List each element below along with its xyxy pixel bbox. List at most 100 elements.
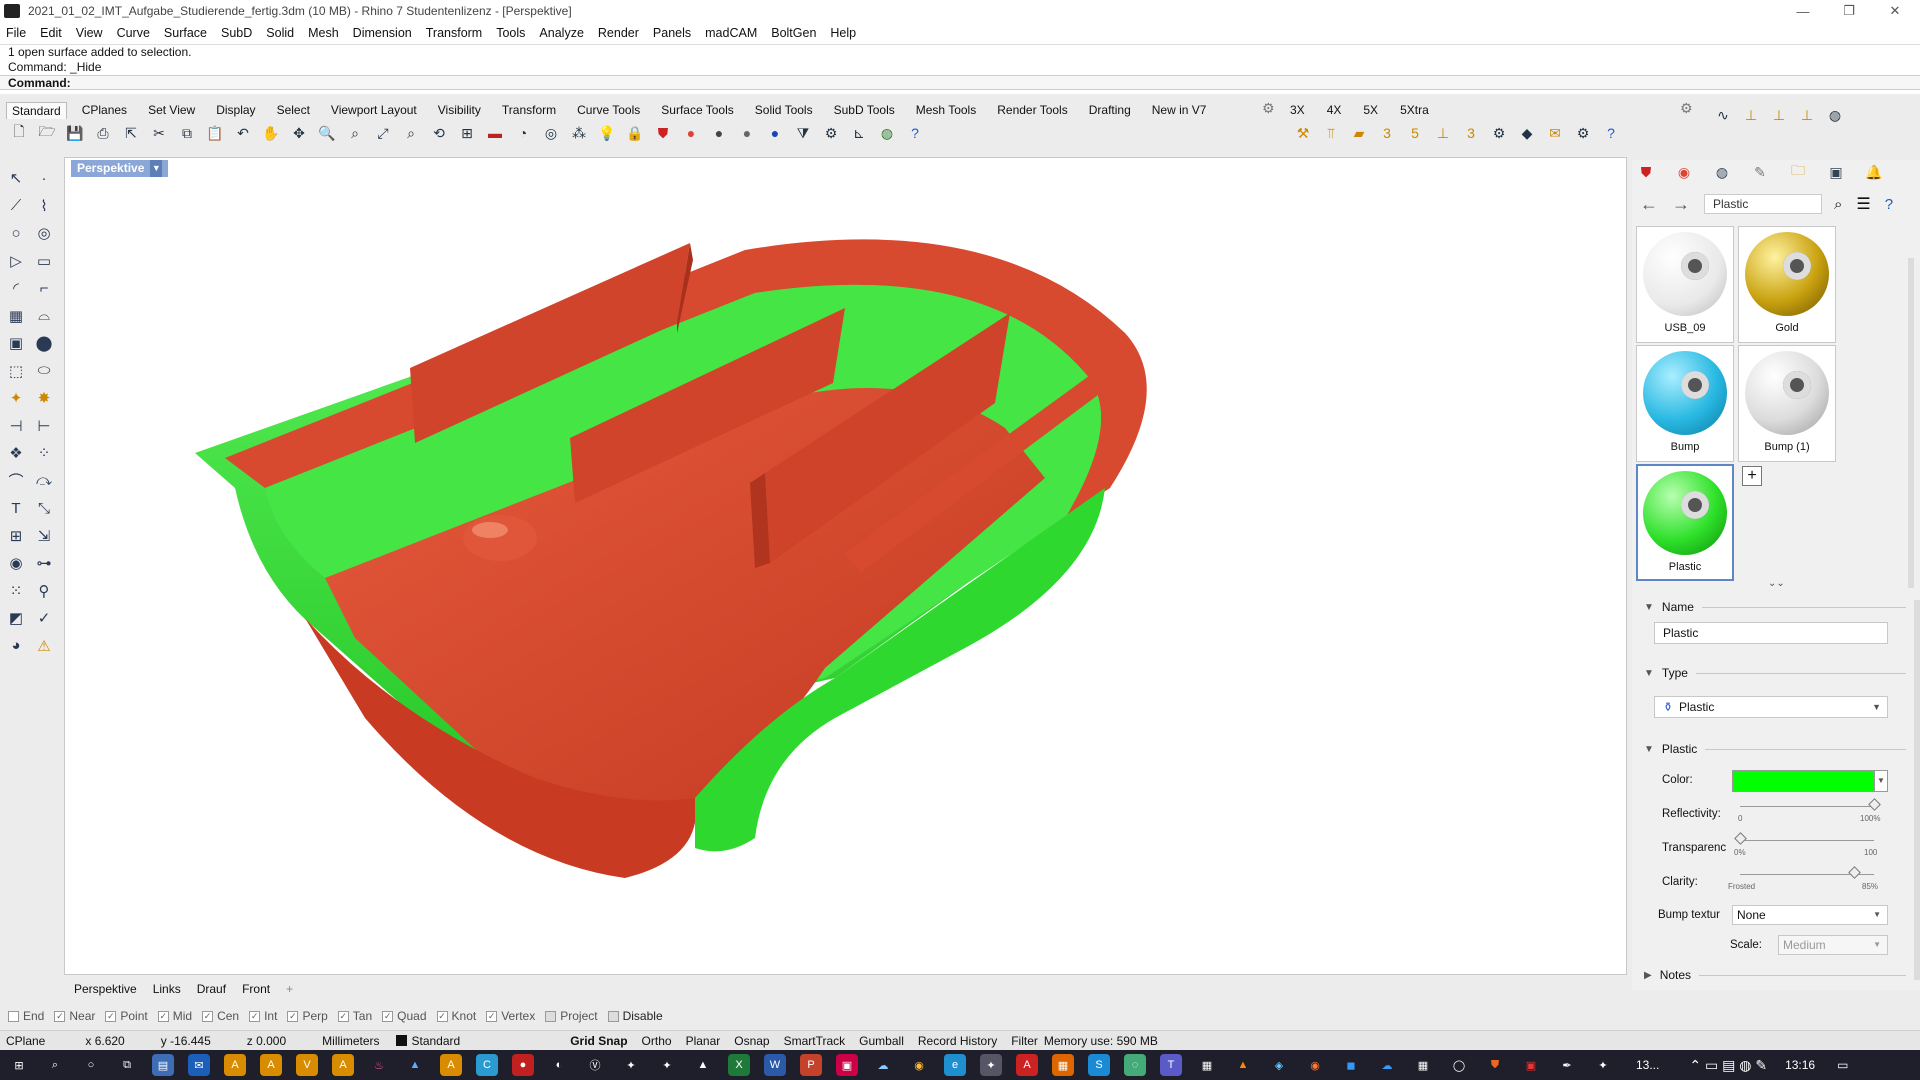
- menu-transform[interactable]: Transform: [426, 26, 483, 40]
- task-view-icon[interactable]: ⧉: [116, 1054, 138, 1076]
- mail-icon[interactable]: ✉: [188, 1054, 210, 1076]
- tool-down-icon[interactable]: ⊥: [1740, 104, 1762, 126]
- name-section-header[interactable]: ▼ Name: [1644, 600, 1906, 614]
- firefox-icon[interactable]: ◉: [1304, 1054, 1326, 1076]
- tab-links[interactable]: Links: [153, 982, 181, 996]
- osnap-mid[interactable]: ✓ Mid: [157, 1009, 192, 1023]
- command-prompt-input[interactable]: Command:: [0, 75, 1920, 90]
- polygon-icon[interactable]: ▷: [4, 249, 28, 273]
- help-icon[interactable]: ?: [1600, 122, 1622, 144]
- move-icon[interactable]: ⊣: [4, 414, 28, 438]
- edge-icon[interactable]: e: [944, 1054, 966, 1076]
- app-pink-icon[interactable]: ▣: [836, 1054, 858, 1076]
- file-explorer-icon[interactable]: ▤: [152, 1054, 174, 1076]
- app-grid-icon[interactable]: ▦: [1412, 1054, 1434, 1076]
- planar-toggle[interactable]: Planar: [686, 1034, 721, 1048]
- layer-shield-icon[interactable]: ⛊: [652, 122, 674, 144]
- powerpoint-icon[interactable]: P: [800, 1054, 822, 1076]
- cortana-icon[interactable]: ○: [80, 1054, 102, 1076]
- texture-icon[interactable]: ✎: [1748, 162, 1772, 182]
- tool-down-2-icon[interactable]: ⊥: [1768, 104, 1790, 126]
- rhino-icon[interactable]: ✦: [620, 1054, 642, 1076]
- curve-icon[interactable]: ∿: [1712, 104, 1734, 126]
- app-a-icon[interactable]: A: [224, 1054, 246, 1076]
- layer-swatch[interactable]: [395, 1035, 407, 1046]
- light-bulb-icon[interactable]: 💡: [596, 122, 618, 144]
- app-blue-icon[interactable]: ◼: [1340, 1054, 1362, 1076]
- transparency-slider[interactable]: [1740, 840, 1874, 841]
- zoom-icon[interactable]: 🔍: [316, 122, 338, 144]
- boolean-icon[interactable]: ⬤: [32, 331, 56, 355]
- tab-perspektive[interactable]: Perspektive: [74, 982, 137, 996]
- gear-icon[interactable]: ⚙: [1680, 100, 1693, 117]
- candle-icon[interactable]: ♨: [368, 1054, 390, 1076]
- filter-toggle[interactable]: Filter: [1011, 1034, 1038, 1048]
- menu-subd[interactable]: SubD: [221, 26, 252, 40]
- app-ring-icon[interactable]: ◯: [1448, 1054, 1470, 1076]
- gumball-toggle[interactable]: Gumball: [859, 1034, 904, 1048]
- properties-scrollbar[interactable]: [1914, 600, 1920, 980]
- zoom-selected-icon[interactable]: ⌕: [400, 122, 422, 144]
- forward-arrow-icon[interactable]: →: [1672, 194, 1690, 215]
- notification-bell-icon[interactable]: 🔔: [1862, 162, 1886, 182]
- select-arrow-icon[interactable]: ↖: [4, 166, 28, 190]
- export-icon[interactable]: ⇱: [120, 122, 142, 144]
- copy-object-icon[interactable]: ⊢: [32, 414, 56, 438]
- units-label[interactable]: Millimeters: [322, 1034, 379, 1048]
- material-breadcrumb[interactable]: Plastic: [1704, 194, 1822, 214]
- cut-icon[interactable]: ✂: [148, 122, 170, 144]
- tray-icons[interactable]: ⌃ ▭ ▤ ◍ ✎: [1689, 1057, 1767, 1074]
- osnap-knot[interactable]: ✓ Knot: [436, 1009, 476, 1023]
- calculator-icon[interactable]: ▦: [1196, 1054, 1218, 1076]
- render-icon[interactable]: ✸: [32, 386, 56, 410]
- dimension-icon[interactable]: ⊾: [848, 122, 870, 144]
- tab-front[interactable]: Front: [242, 982, 270, 996]
- app-green-icon[interactable]: ◌: [1124, 1054, 1146, 1076]
- osnap-near[interactable]: ✓ Near: [54, 1009, 95, 1023]
- fillet-icon[interactable]: ⌐: [32, 276, 56, 300]
- globe-tool-icon[interactable]: ◍: [1824, 104, 1846, 126]
- history-icon[interactable]: ⚲: [32, 579, 56, 603]
- 3-5-icon[interactable]: 5: [1404, 122, 1426, 144]
- zoom-window-icon[interactable]: ⌕: [344, 122, 366, 144]
- material-type-select[interactable]: ⚱ Plastic ▼: [1654, 696, 1888, 718]
- tab-4x[interactable]: 4X: [1327, 103, 1342, 117]
- smarttrack-toggle[interactable]: SmartTrack: [784, 1034, 846, 1048]
- app-shield-icon[interactable]: ⛊: [1484, 1054, 1506, 1076]
- shaded-sphere-icon[interactable]: ●: [708, 122, 730, 144]
- display-icon[interactable]: ▣: [1824, 162, 1848, 182]
- copy-icon[interactable]: ⧉: [176, 122, 198, 144]
- expand-more-icon[interactable]: ⌄⌄: [1768, 578, 1785, 589]
- tab-standard[interactable]: Standard: [6, 101, 67, 119]
- globe-icon[interactable]: ◍: [876, 122, 898, 144]
- notes-section-header[interactable]: ▶ Notes: [1644, 968, 1906, 982]
- app-rhino2-icon[interactable]: ✦: [1592, 1054, 1614, 1076]
- tab-cplanes[interactable]: CPlanes: [82, 103, 127, 117]
- bump-texture-select[interactable]: None ▼: [1732, 905, 1888, 925]
- material-name-input[interactable]: Plastic: [1654, 622, 1888, 644]
- word-icon[interactable]: W: [764, 1054, 786, 1076]
- tab-drauf[interactable]: Drauf: [197, 982, 226, 996]
- menu-solid[interactable]: Solid: [266, 26, 294, 40]
- search-icon[interactable]: ⌕: [1834, 196, 1842, 213]
- app-grey-icon[interactable]: ▲: [692, 1054, 714, 1076]
- menu-boltgen[interactable]: BoltGen: [771, 26, 816, 40]
- osnap-quad[interactable]: ✓ Quad: [382, 1009, 427, 1023]
- box-icon[interactable]: ▣: [4, 331, 28, 355]
- 3-tool-icon[interactable]: 3: [1460, 122, 1482, 144]
- clarity-slider-thumb[interactable]: [1848, 866, 1861, 879]
- osnap-cen[interactable]: ✓ Cen: [202, 1009, 239, 1023]
- materials-icon[interactable]: ◉: [1672, 162, 1696, 182]
- tab-mesh-tools[interactable]: Mesh Tools: [916, 103, 976, 117]
- app-3d-icon[interactable]: ◈: [1268, 1054, 1290, 1076]
- menu-help[interactable]: Help: [830, 26, 856, 40]
- tab-5xtra[interactable]: 5Xtra: [1400, 103, 1429, 117]
- app-a2-icon[interactable]: A: [260, 1054, 282, 1076]
- app-orange-icon[interactable]: ▦: [1052, 1054, 1074, 1076]
- color-wheel-icon[interactable]: ●: [680, 122, 702, 144]
- tab-new-in-v7[interactable]: New in V7: [1152, 103, 1207, 117]
- measure-icon[interactable]: ⊶: [32, 551, 56, 575]
- menu-mesh[interactable]: Mesh: [308, 26, 339, 40]
- folder-icon[interactable]: 🗀: [1786, 162, 1810, 182]
- tab-transform[interactable]: Transform: [502, 103, 556, 117]
